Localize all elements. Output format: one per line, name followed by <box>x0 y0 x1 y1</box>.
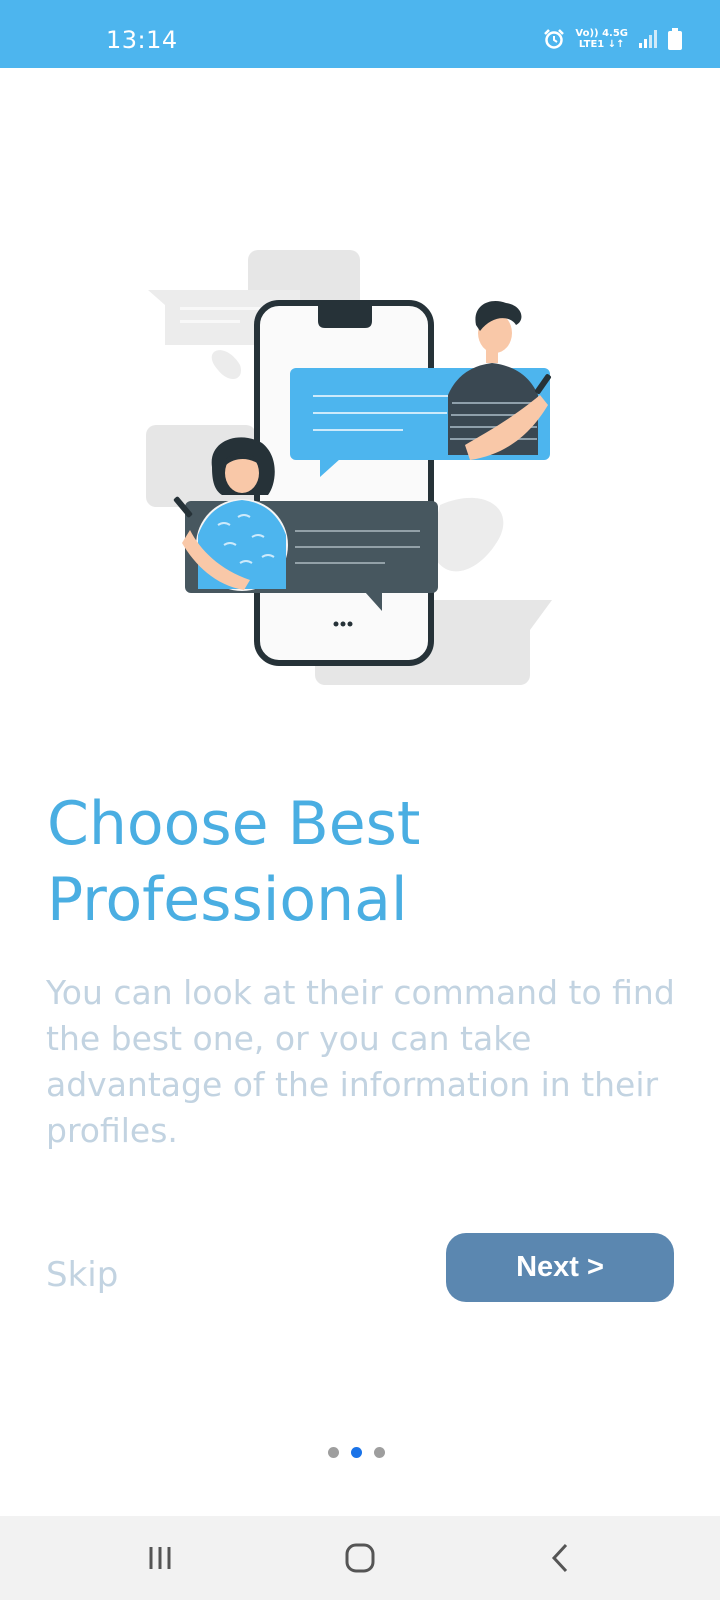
bg-leaf-left <box>211 350 241 380</box>
phone-frame <box>254 300 434 666</box>
page-indicator <box>328 1447 385 1458</box>
phone-notch <box>318 306 372 328</box>
page-dot-3[interactable] <box>374 1447 385 1458</box>
back-button[interactable] <box>500 1516 620 1600</box>
status-icons: Vo)) 4.5G LTE1 ↓↑ <box>543 28 682 50</box>
bg-leaf-right <box>430 497 504 572</box>
chat-illustration <box>146 250 552 685</box>
alarm-icon <box>544 29 565 49</box>
onboarding-title: Choose Best Professional <box>47 789 421 935</box>
system-nav-bar <box>0 1516 720 1600</box>
onboarding-description: You can look at their command to find th… <box>46 973 675 1150</box>
home-icon <box>345 1543 375 1573</box>
network-bottom-label: LTE1 ↓↑ <box>578 39 625 50</box>
skip-button[interactable]: Skip <box>46 1255 118 1295</box>
network-top-label: Vo)) 4.5G <box>575 28 628 39</box>
status-bar: 13:14 Vo)) 4.5G LTE1 ↓↑ <box>0 0 720 68</box>
signal-icon <box>639 30 657 48</box>
recent-apps-icon <box>149 1547 171 1569</box>
network-indicator: Vo)) 4.5G LTE1 ↓↑ <box>575 28 628 50</box>
page-dot-1[interactable] <box>328 1447 339 1458</box>
battery-icon <box>668 28 682 50</box>
recent-apps-button[interactable] <box>100 1516 220 1600</box>
back-icon <box>551 1543 568 1573</box>
page-dot-2[interactable] <box>351 1447 362 1458</box>
home-button[interactable] <box>300 1516 420 1600</box>
next-button[interactable]: Next > <box>446 1233 674 1302</box>
status-time: 13:14 <box>106 26 178 54</box>
